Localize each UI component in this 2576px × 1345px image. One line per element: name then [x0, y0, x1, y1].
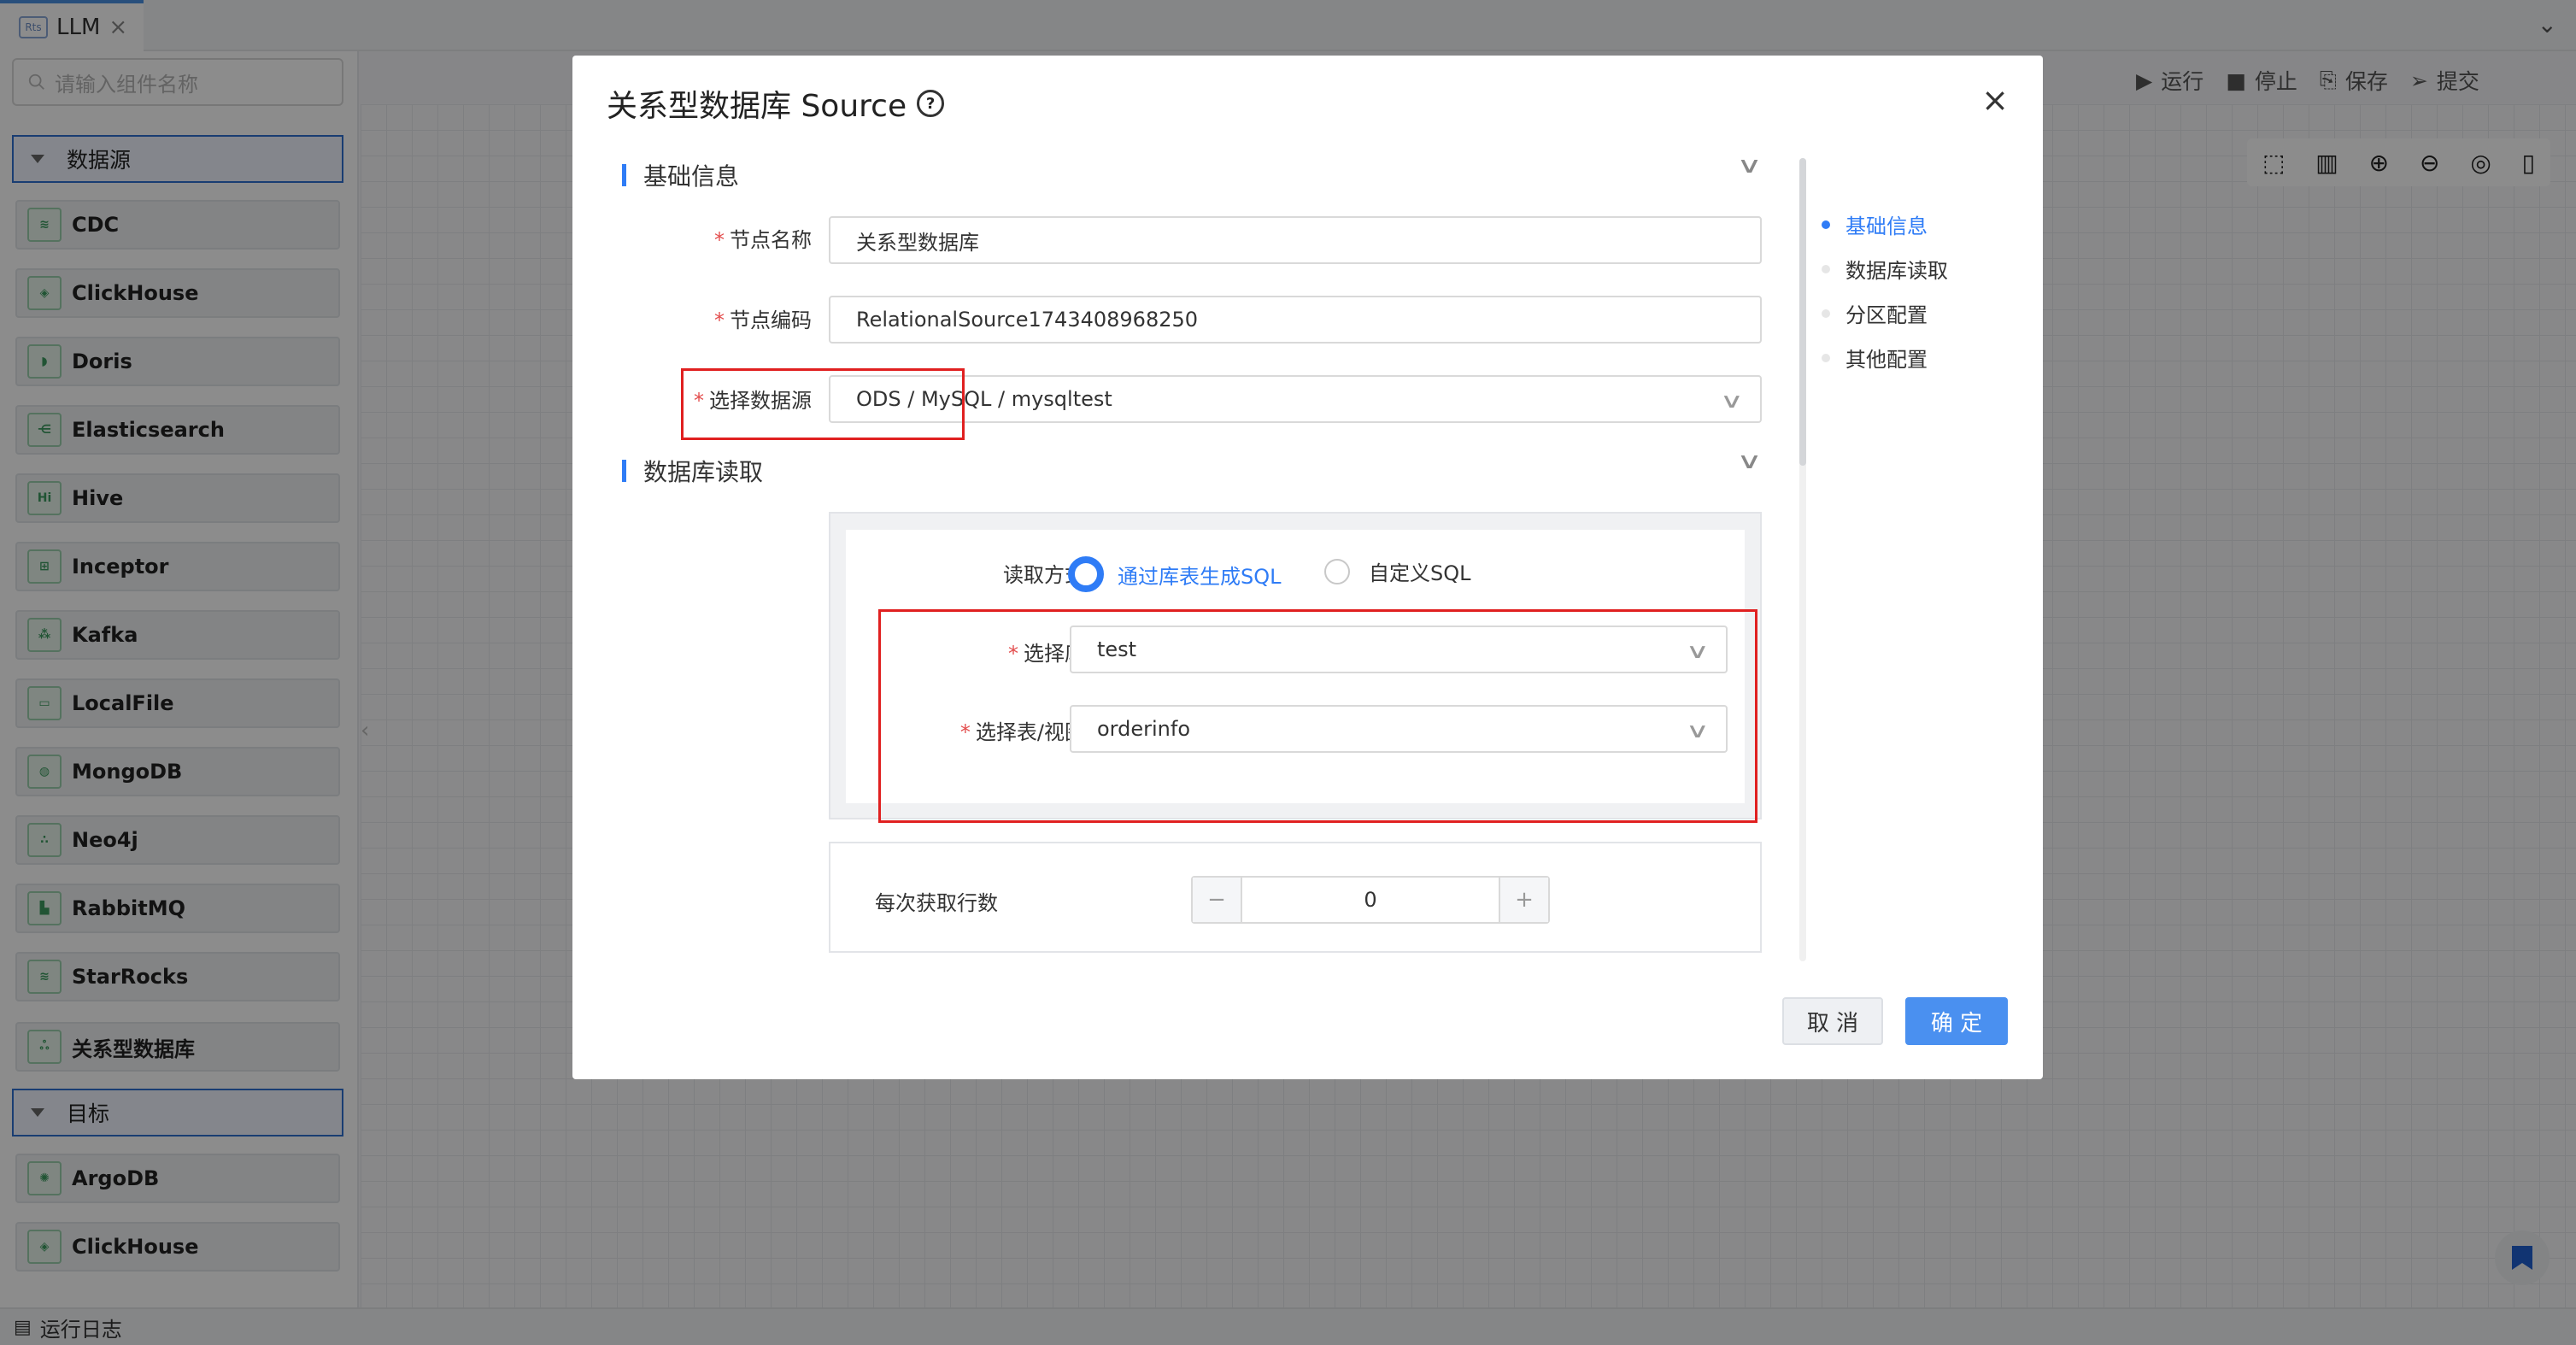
cancel-button[interactable]: 取 消 [1782, 997, 1883, 1045]
chevron-down-icon[interactable]: ∨ [1736, 449, 1762, 474]
anchor-basic[interactable]: 基础信息 [1822, 209, 1928, 239]
highlight-box [681, 368, 965, 440]
anchor-label: 基础信息 [1845, 214, 1928, 238]
chevron-down-icon: ∨ [1720, 389, 1745, 413]
anchor-label: 其他配置 [1845, 348, 1928, 372]
node-name-label: * 节点名称 [714, 228, 812, 252]
radio-unchecked[interactable] [1324, 558, 1350, 584]
dialog-title-text: 关系型数据库 Source [607, 89, 907, 124]
chevron-down-icon[interactable]: ∨ [1736, 153, 1762, 179]
datasource-select[interactable]: ODS / MySQL / mysqltest ∨ [829, 375, 1762, 423]
read-mode-option2-label: 自定义SQL [1369, 561, 1471, 585]
anchor-partition[interactable]: 分区配置 [1822, 298, 1928, 328]
dialog-title: 关系型数据库 Source ? [607, 81, 945, 126]
anchor-dot [1822, 353, 1830, 362]
minus-icon[interactable]: − [1193, 878, 1241, 922]
node-name-input[interactable]: 关系型数据库 [829, 216, 1762, 264]
radio-checked[interactable] [1068, 556, 1104, 592]
section-accent [622, 164, 626, 186]
read-mode-label: 读取方式 [1003, 563, 1085, 587]
close-icon[interactable]: × [1981, 81, 2009, 119]
section-accent [622, 460, 626, 482]
anchor-label: 分区配置 [1845, 303, 1928, 327]
read-mode-option1-label: 通过库表生成SQL [1118, 564, 1282, 589]
section-db-read-label: 数据库读取 [643, 458, 764, 486]
source-config-dialog: 关系型数据库 Source ? × 基础信息 ∨ * 节点名称 关系型数据库 * 节… [572, 56, 2043, 1079]
read-mode-option-generate[interactable]: 通过库表生成SQL [1068, 556, 1282, 592]
node-code-label: * 节点编码 [714, 308, 812, 332]
node-code-input[interactable]: RelationalSource1743408968250 [829, 296, 1762, 344]
anchor-dot [1822, 220, 1830, 229]
highlight-box [878, 609, 1757, 823]
scrollbar-thumb[interactable] [1799, 158, 1806, 466]
section-basic-label: 基础信息 [643, 162, 740, 191]
plus-icon[interactable]: + [1500, 878, 1548, 922]
help-icon[interactable]: ? [917, 90, 945, 117]
read-mode-option-custom[interactable]: 自定义SQL [1324, 556, 1471, 586]
section-basic-title: 基础信息 [622, 158, 739, 192]
anchor-dot [1822, 264, 1830, 273]
anchor-other[interactable]: 其他配置 [1822, 343, 1928, 373]
anchor-dot [1822, 308, 1830, 318]
section-db-read-title: 数据库读取 [622, 454, 763, 488]
fetch-rows-stepper[interactable]: − 0 + [1191, 876, 1550, 924]
fetch-rows-value[interactable]: 0 [1241, 878, 1500, 922]
anchor-db-read[interactable]: 数据库读取 [1822, 254, 1948, 284]
confirm-button[interactable]: 确 定 [1905, 997, 2008, 1045]
anchor-label: 数据库读取 [1845, 259, 1948, 283]
fetch-rows-label: 每次获取行数 [875, 891, 998, 915]
